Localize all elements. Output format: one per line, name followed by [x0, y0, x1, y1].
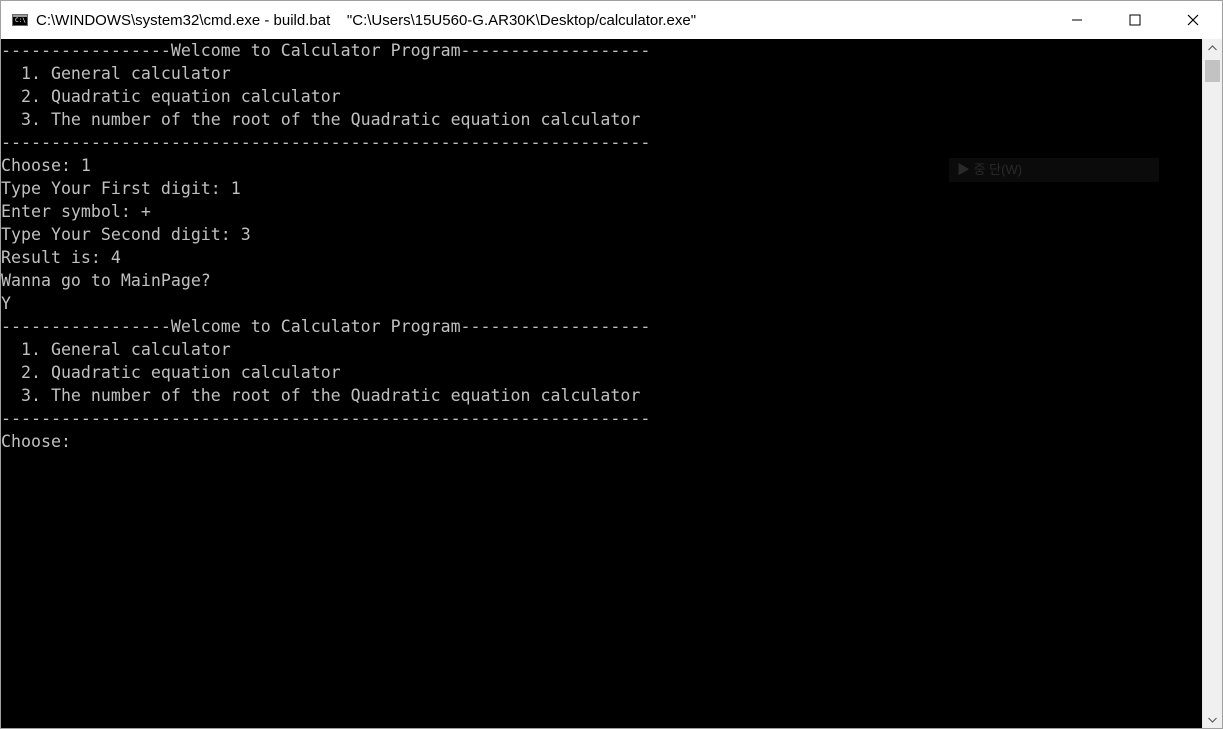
ghost-context-menu-item: ▶ 중 단(W) — [949, 158, 1159, 182]
console-line: Choose: — [1, 432, 81, 451]
scroll-up-button[interactable] — [1203, 39, 1222, 56]
vertical-scrollbar[interactable] — [1202, 39, 1222, 728]
console-line: Type Your Second digit: 3 — [1, 225, 251, 244]
scroll-thumb[interactable] — [1205, 60, 1220, 82]
console-line: 2. Quadratic equation calculator — [1, 87, 341, 106]
minimize-button[interactable] — [1048, 1, 1106, 39]
console-line: ----------------------------------------… — [1, 133, 651, 152]
maximize-icon — [1129, 14, 1141, 26]
console-line: 3. The number of the root of the Quadrat… — [1, 386, 641, 405]
cmd-window: C:\ C:\WINDOWS\system32\cmd.exe - build.… — [0, 0, 1223, 729]
window-title: C:\WINDOWS\system32\cmd.exe - build.bat … — [36, 11, 697, 29]
minimize-icon — [1072, 19, 1082, 21]
close-icon — [1187, 14, 1199, 26]
console-line: -----------------Welcome to Calculator P… — [1, 41, 651, 60]
console-line: Y — [1, 294, 11, 313]
console-line: Wanna go to MainPage? — [1, 271, 211, 290]
console-line: 1. General calculator — [1, 64, 231, 83]
scroll-down-arrow-icon — [1208, 717, 1217, 723]
console-text-area[interactable]: -----------------Welcome to Calculator P… — [1, 39, 1202, 453]
maximize-button[interactable] — [1106, 1, 1164, 39]
console-line: Enter symbol: + — [1, 202, 151, 221]
console-output[interactable]: -----------------Welcome to Calculator P… — [1, 39, 1202, 728]
console-line: 1. General calculator — [1, 340, 231, 359]
console-line: 3. The number of the root of the Quadrat… — [1, 110, 641, 129]
cmd-icon[interactable]: C:\ — [12, 14, 28, 26]
console-line: 2. Quadratic equation calculator — [1, 363, 341, 382]
console-line: Result is: 4 — [1, 248, 121, 267]
scroll-down-button[interactable] — [1203, 711, 1222, 728]
title-bar[interactable]: C:\ C:\WINDOWS\system32\cmd.exe - build.… — [1, 1, 1222, 39]
console-line: ----------------------------------------… — [1, 409, 651, 428]
console-line: -----------------Welcome to Calculator P… — [1, 317, 651, 336]
cmd-icon-glyph: C:\ — [15, 17, 26, 24]
close-button[interactable] — [1164, 1, 1222, 39]
scroll-up-arrow-icon — [1208, 44, 1217, 50]
